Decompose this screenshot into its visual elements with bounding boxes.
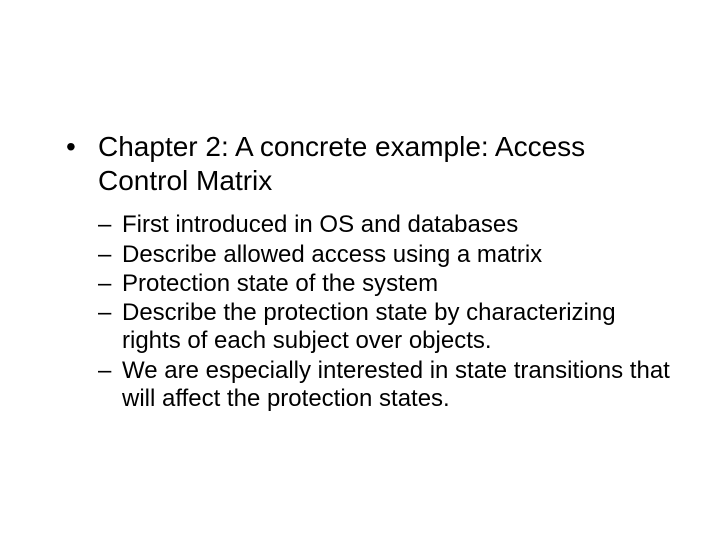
bullet-level1-text: Chapter 2: A concrete example: Access Co… [98,130,670,197]
list-item: – We are especially interested in state … [98,357,670,414]
bullet-level1: • Chapter 2: A concrete example: Access … [60,130,670,197]
list-item: – Protection state of the system [98,270,670,298]
sub-bullet-text: First introduced in OS and databases [122,211,670,239]
sub-bullet-text: Describe allowed access using a matrix [122,241,670,269]
list-item: – Describe the protection state by chara… [98,299,670,356]
sub-bullet-text: Protection state of the system [122,270,670,298]
sub-bullet-text: Describe the protection state by charact… [122,299,670,356]
dash-marker: – [98,270,122,298]
list-item: – First introduced in OS and databases [98,211,670,239]
dash-marker: – [98,241,122,269]
dash-marker: – [98,299,122,327]
bullet-marker: • [60,130,98,164]
slide-body: • Chapter 2: A concrete example: Access … [0,0,720,540]
list-item: – Describe allowed access using a matrix [98,241,670,269]
sub-bullet-text: We are especially interested in state tr… [122,357,670,414]
dash-marker: – [98,211,122,239]
dash-marker: – [98,357,122,385]
sub-bullet-list: – First introduced in OS and databases –… [98,211,670,413]
